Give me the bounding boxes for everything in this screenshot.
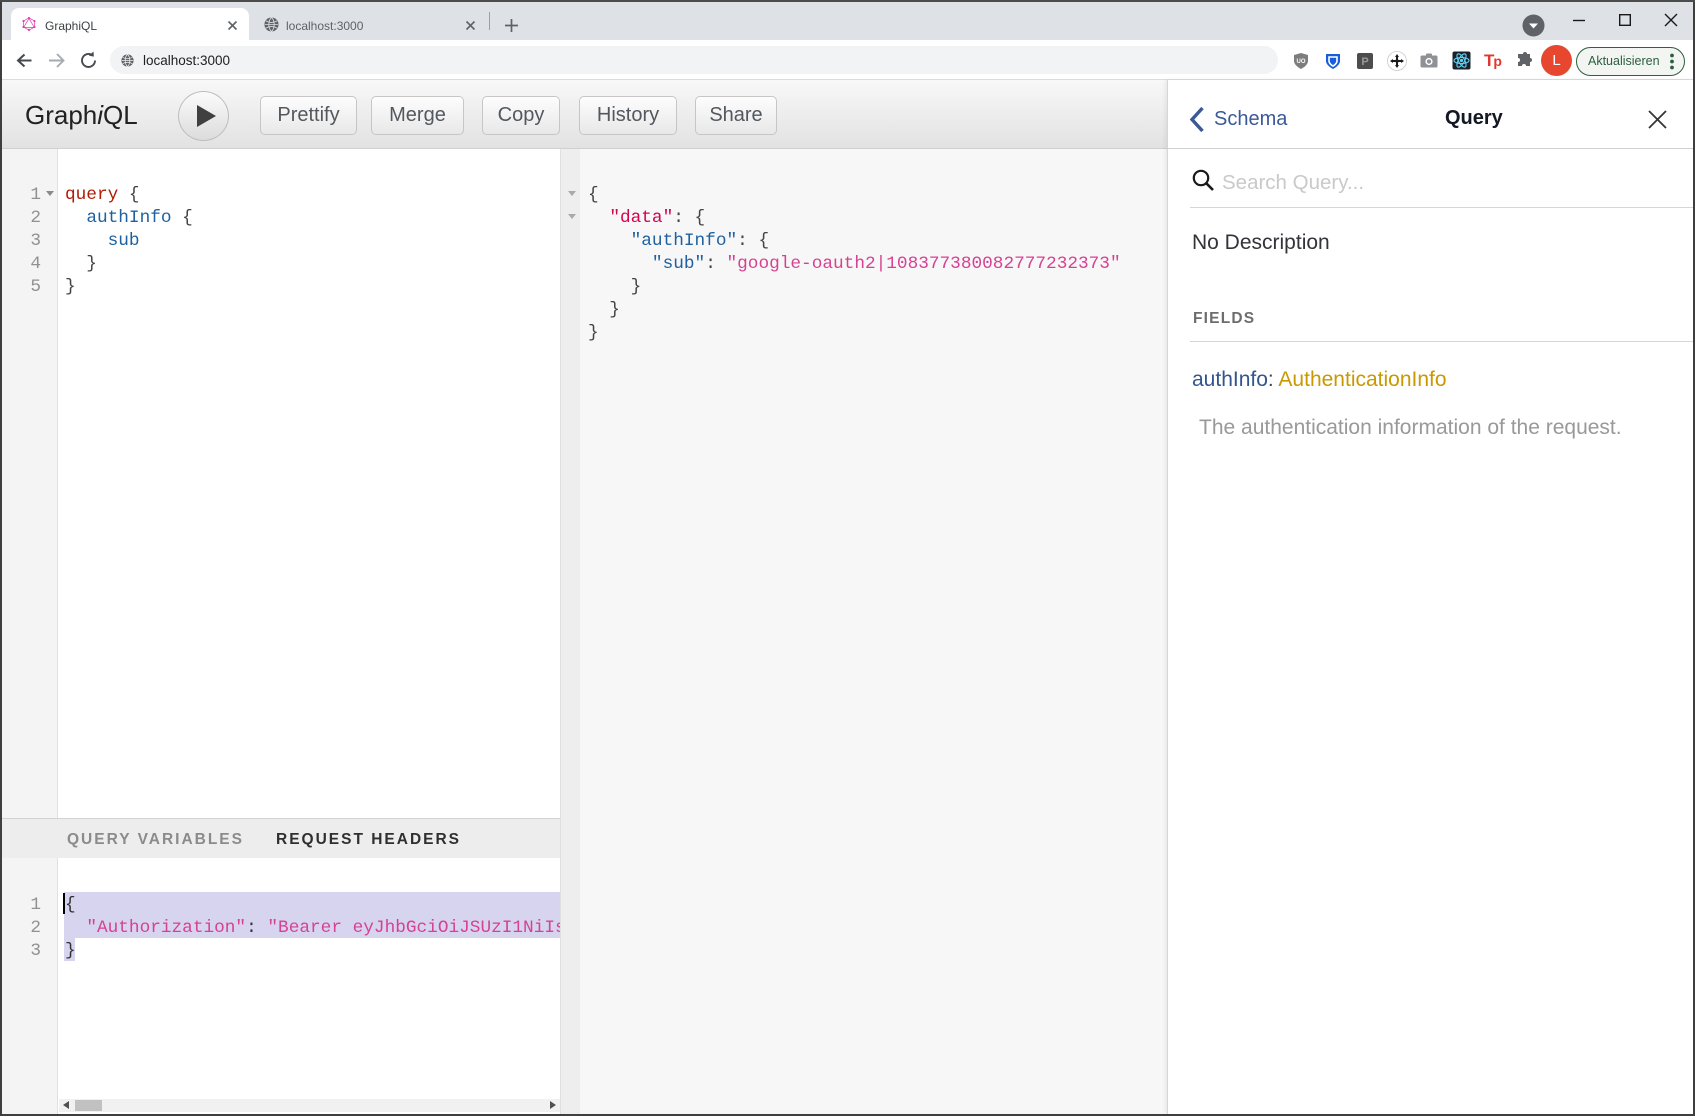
svg-text:UO: UO — [1297, 59, 1306, 65]
svg-text:P: P — [1361, 56, 1368, 68]
